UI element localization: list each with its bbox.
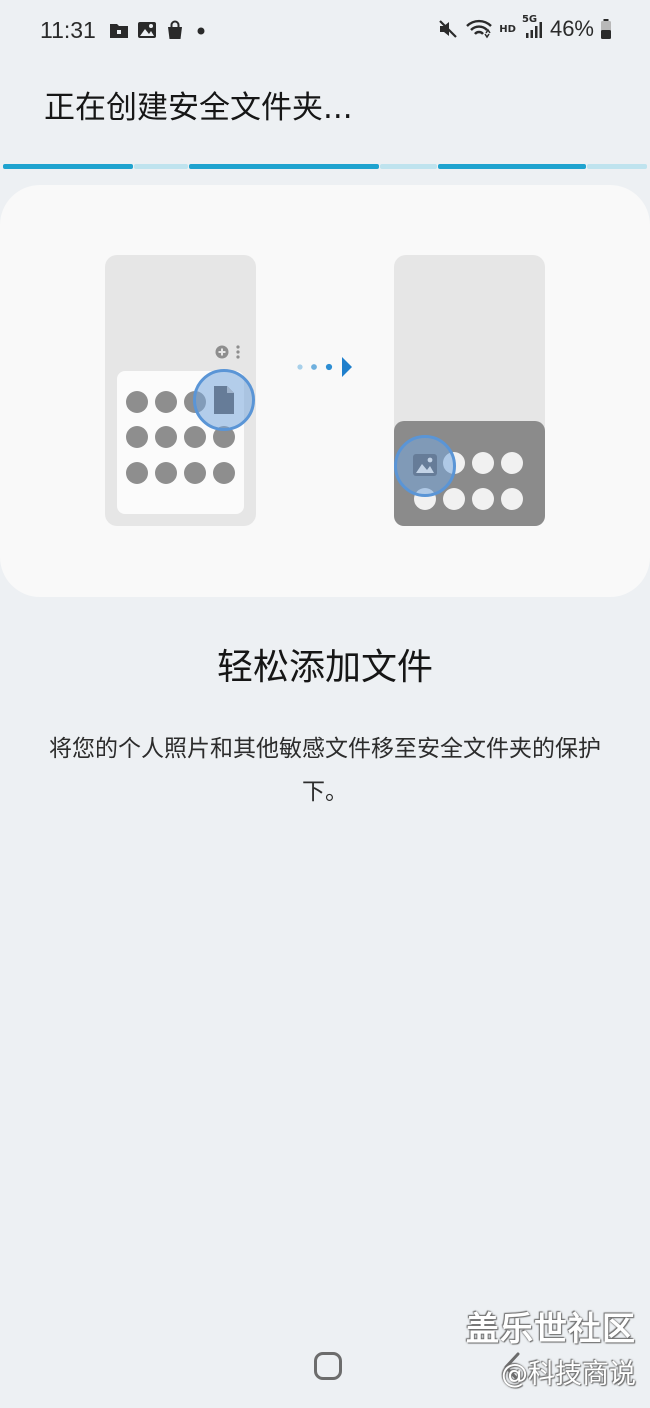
- hd-label: HD: [499, 23, 516, 35]
- app-dot: [472, 452, 494, 474]
- status-bar: 11:31 HD 5G 46%: [0, 0, 650, 62]
- progress-segment-1-track: [134, 164, 188, 169]
- add-icon: [215, 345, 229, 359]
- file-icon: [214, 386, 234, 414]
- battery-icon: [601, 19, 611, 39]
- image-icon: [138, 22, 156, 38]
- image-icon: [413, 454, 437, 476]
- signal-icon: 5G: [522, 14, 544, 40]
- app-dot: [155, 391, 177, 413]
- shopping-bag-icon: [168, 20, 182, 39]
- mini-actions: [215, 345, 241, 359]
- notification-icons: [109, 20, 209, 40]
- phone-source: [105, 255, 256, 526]
- app-dot: [126, 391, 148, 413]
- app-dot: [155, 426, 177, 448]
- wifi-icon: [466, 19, 493, 39]
- arrow-right-icon: [297, 357, 352, 377]
- progress-segment-1-active: [3, 164, 133, 169]
- progress-indicator: [0, 164, 650, 170]
- illustration-card: [0, 185, 650, 597]
- watermark-title: 盖乐世社区: [466, 1309, 636, 1348]
- image-highlight: [394, 435, 456, 497]
- app-dot: [472, 488, 494, 510]
- onboarding-description: 将您的个人照片和其他敏感文件移至安全文件夹的保护下。: [49, 736, 601, 805]
- app-dot: [501, 488, 523, 510]
- home-button[interactable]: [314, 1352, 342, 1380]
- status-right: HD 5G 46%: [437, 14, 612, 42]
- battery-level: 46%: [549, 16, 594, 41]
- app-dot: [126, 462, 148, 484]
- progress-segment-2-active: [189, 164, 379, 169]
- dot-icon: [197, 27, 205, 35]
- progress-segment-2-track: [380, 164, 437, 169]
- more-vert-icon: [236, 345, 240, 359]
- progress-segment-3-track: [587, 164, 647, 169]
- app-dot: [155, 462, 177, 484]
- watermark-handle: @科技商说: [501, 1359, 636, 1390]
- onboarding-heading: 轻松添加文件: [216, 647, 433, 688]
- app-dot: [184, 462, 206, 484]
- page-title: 正在创建安全文件夹...: [44, 90, 353, 126]
- app-dot: [501, 452, 523, 474]
- folder-lock-icon: [110, 24, 128, 38]
- app-dot: [126, 426, 148, 448]
- app-dot: [213, 462, 235, 484]
- mute-icon: [439, 20, 458, 38]
- progress-segment-3-active: [438, 164, 586, 169]
- status-time: 11:31: [40, 17, 96, 43]
- phone-destination: [394, 255, 545, 526]
- file-highlight: [193, 369, 255, 431]
- app-dot: [184, 426, 206, 448]
